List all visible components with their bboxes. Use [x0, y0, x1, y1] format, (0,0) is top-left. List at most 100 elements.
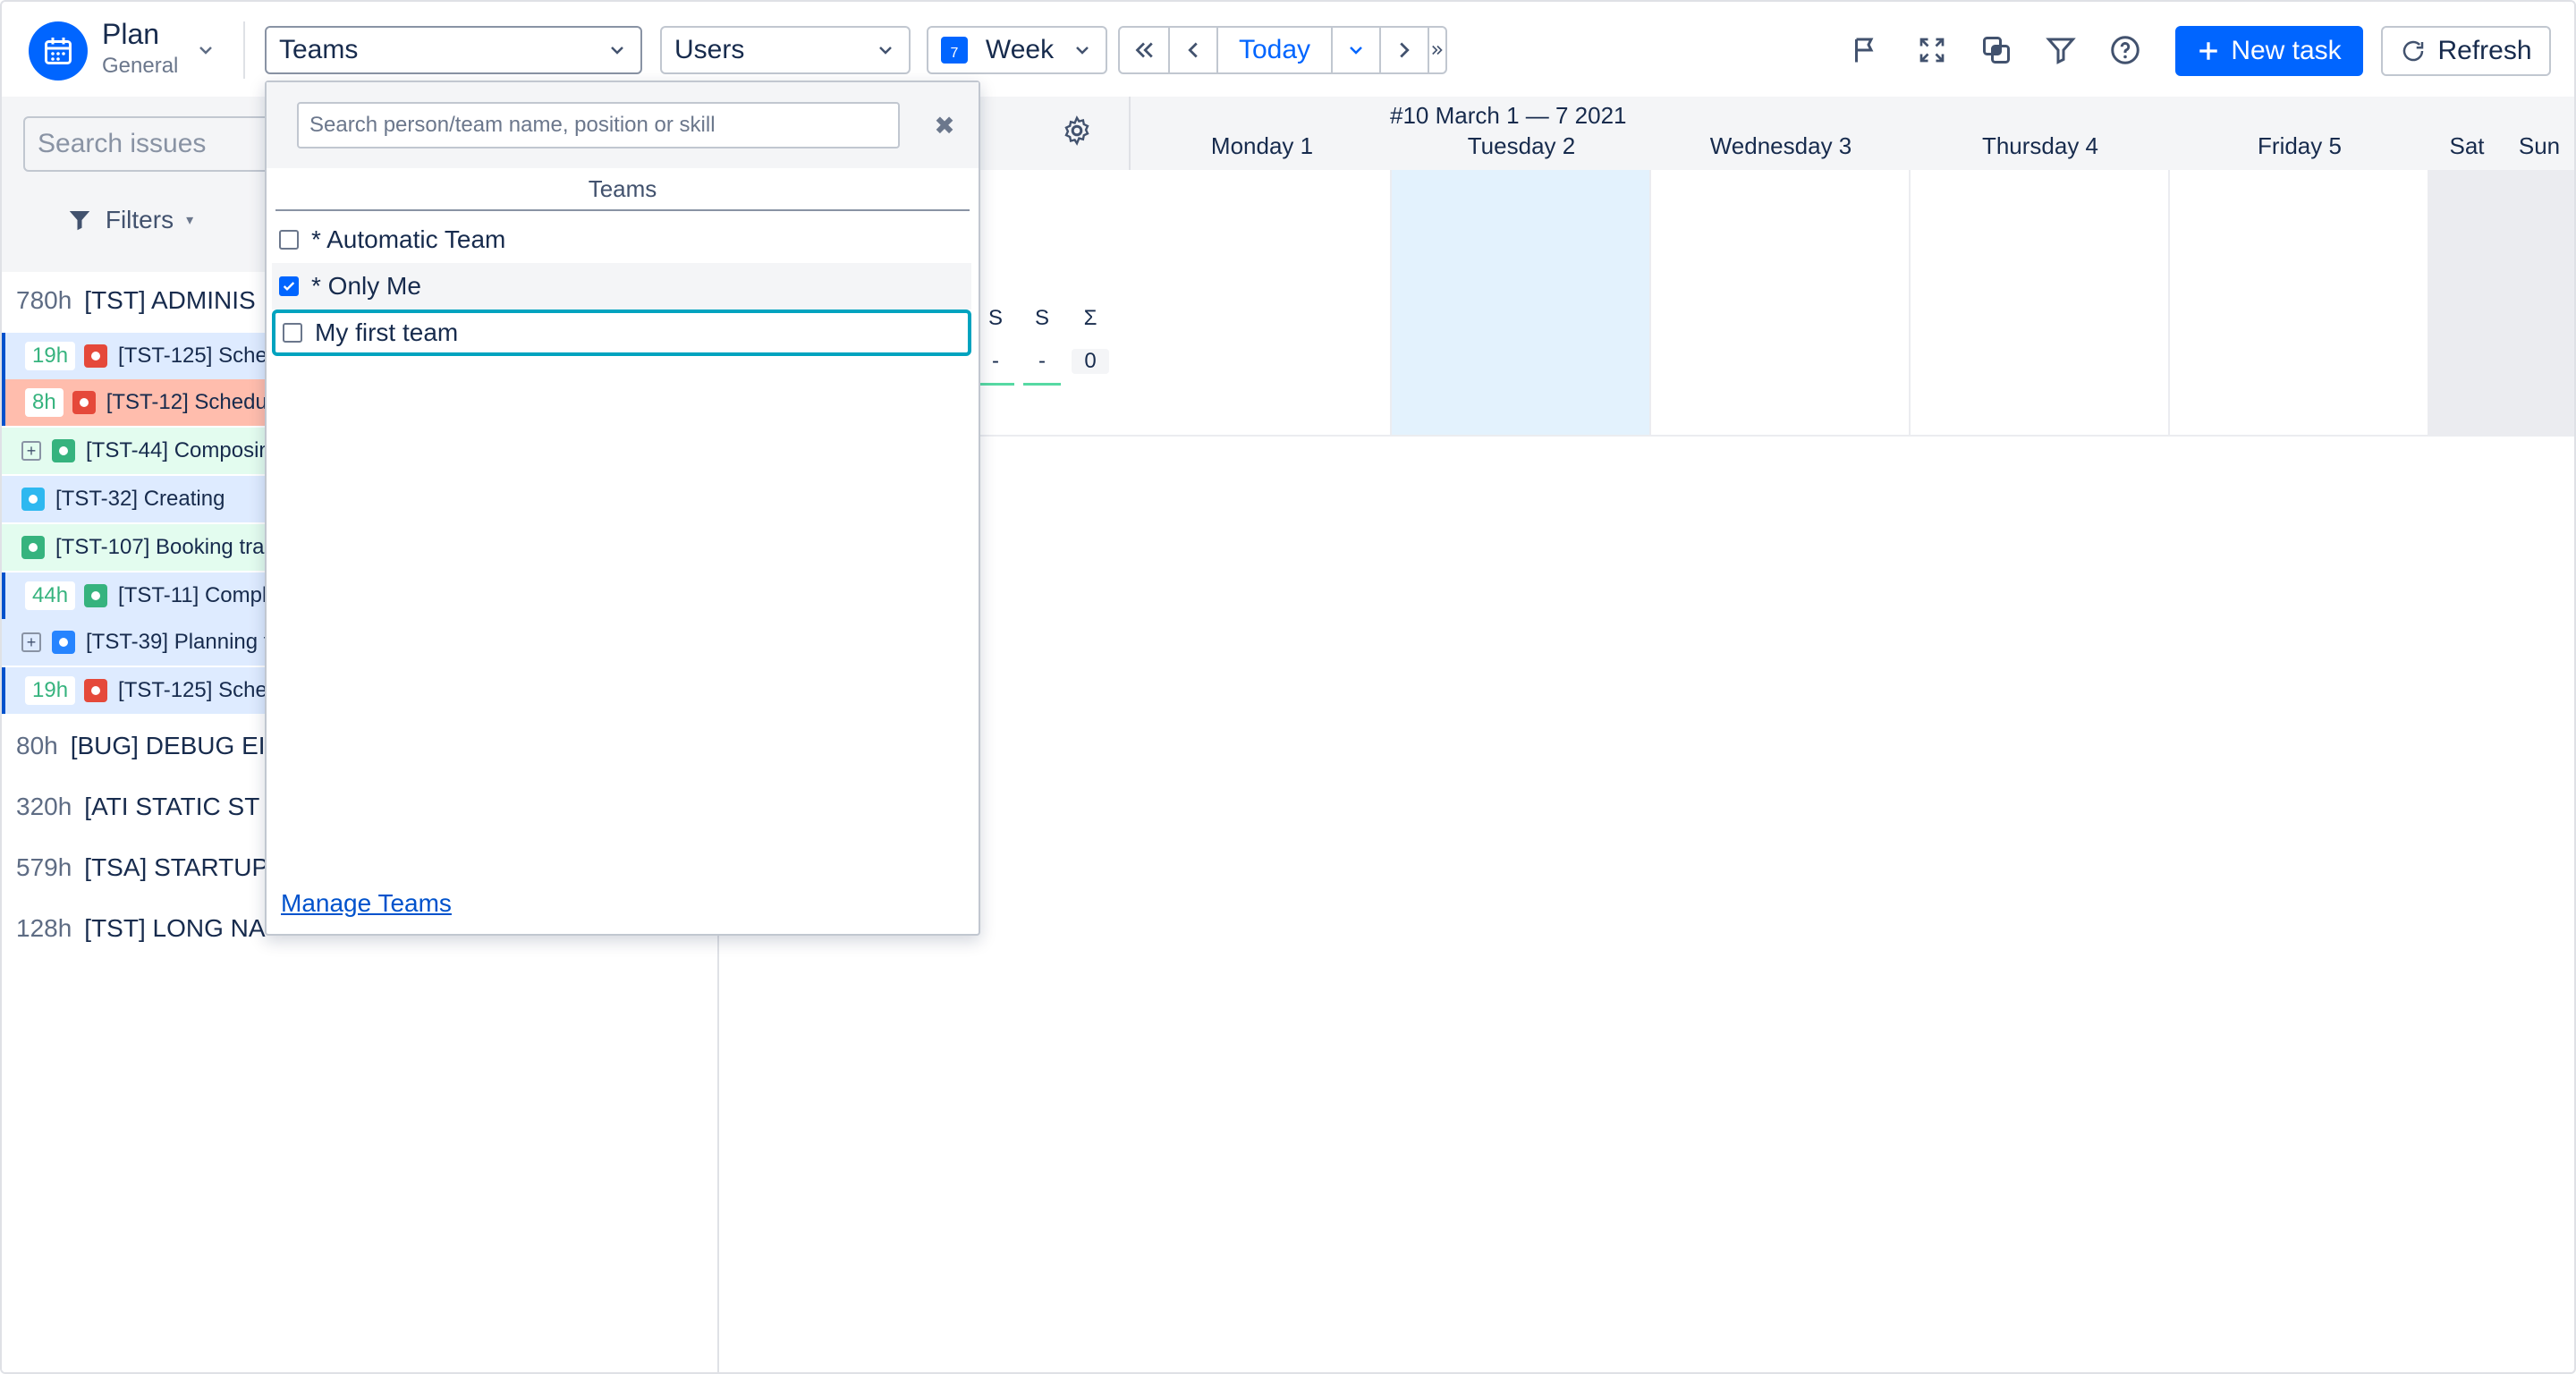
group-title: [ATI STATIC ST — [84, 793, 260, 820]
hours-label: 579h — [16, 853, 72, 881]
hours-label: 19h — [25, 342, 76, 370]
summary-value: 0 — [1072, 349, 1109, 374]
group-title: [TSA] STARTUP — [84, 853, 269, 881]
filter-icon[interactable] — [2041, 30, 2080, 70]
hours-label: 19h — [25, 676, 76, 705]
red-icon — [72, 391, 96, 414]
hours-label: 44h — [25, 581, 76, 610]
chevron-right-icon — [1400, 42, 1410, 58]
grid-line — [968, 435, 2574, 437]
app-window: Plan General Teams Users 7 Week Today Ne… — [0, 0, 2576, 1374]
new-task-label: New task — [2231, 36, 2342, 65]
teams-dropdown: Search person/team name, position or ski… — [265, 81, 980, 936]
hours-label: 780h — [16, 286, 72, 314]
team-option[interactable]: * Only Me — [272, 263, 971, 310]
group-title: [TST] ADMINIS — [84, 286, 256, 314]
summary-header: S — [1034, 306, 1049, 330]
summary-header: S — [987, 306, 1003, 330]
day-column[interactable] — [1132, 170, 1392, 437]
calendar-logo-icon[interactable] — [29, 21, 88, 81]
close-icon[interactable]: ✖ — [932, 112, 957, 140]
day-column[interactable] — [2170, 170, 2429, 437]
day-header: Sat — [2449, 132, 2485, 159]
task-title: [TST-125] Sched — [118, 678, 280, 702]
week-label: #10 March 1 — 7 2021 — [1390, 102, 1627, 129]
jump-forward-button[interactable] — [1429, 28, 1445, 72]
hours-label: 128h — [16, 914, 72, 942]
manage-teams-link[interactable]: Manage Teams — [281, 889, 452, 918]
checkbox-checked-icon[interactable] — [279, 276, 299, 296]
day-column[interactable] — [1651, 170, 1911, 437]
next-button[interactable] — [1381, 28, 1429, 72]
new-task-button[interactable]: New task — [2175, 26, 2363, 76]
help-icon[interactable] — [2106, 30, 2145, 70]
day-column[interactable] — [2504, 170, 2574, 437]
team-label: * Automatic Team — [311, 225, 506, 253]
flag-icon[interactable] — [1846, 30, 1885, 70]
calendar-icon: 7 — [941, 37, 968, 64]
blue-subtask-icon — [21, 488, 45, 511]
today-button[interactable]: Today — [1218, 28, 1333, 72]
day-header: Thursday 4 — [1981, 132, 2099, 159]
view-select[interactable]: 7 Week — [927, 26, 1107, 74]
chevron-down-icon — [1350, 47, 1362, 55]
green-up-icon — [21, 536, 45, 559]
users-select-label: Users — [674, 35, 745, 64]
summary-value: - — [1023, 349, 1061, 386]
day-column[interactable] — [1911, 170, 2170, 437]
date-navigation: Today — [1118, 26, 1447, 74]
plus-icon — [2199, 42, 2218, 60]
green-bookmark-icon — [52, 439, 75, 462]
day-header: Friday 5 — [2258, 132, 2342, 159]
group-title: [BUG] DEBUG EI — [70, 732, 266, 759]
hours-label: 8h — [25, 388, 64, 417]
fullscreen-icon[interactable] — [1912, 30, 1952, 70]
double-chevron-right-icon — [1432, 45, 1443, 55]
filters-label: Filters — [105, 206, 174, 233]
hours-label: 80h — [16, 732, 58, 759]
overlap-icon[interactable] — [1977, 30, 2016, 70]
team-option[interactable]: My first team — [272, 310, 971, 356]
task-title: [TST-107] Booking tra — [55, 535, 265, 559]
group-title: [TST] LONG NA — [84, 914, 266, 942]
team-option[interactable]: * Automatic Team — [272, 216, 971, 263]
refresh-label: Refresh — [2437, 36, 2532, 65]
day-column[interactable] — [2429, 170, 2504, 437]
team-label: My first team — [315, 318, 459, 346]
divider — [1129, 97, 1131, 170]
previous-button[interactable] — [1170, 28, 1218, 72]
jump-back-button[interactable] — [1120, 28, 1170, 72]
app-subtitle: General — [102, 54, 179, 78]
day-header: Tuesday 2 — [1467, 132, 1576, 159]
day-header: Wednesday 3 — [1709, 132, 1852, 159]
expand-icon[interactable]: + — [21, 441, 41, 461]
filter-icon — [69, 211, 90, 231]
refresh-button[interactable]: Refresh — [2381, 26, 2551, 76]
app-title: Plan — [102, 18, 160, 50]
users-select[interactable]: Users — [660, 26, 911, 74]
app-switch-chevron-icon[interactable] — [195, 39, 216, 61]
checkbox-icon[interactable] — [283, 323, 302, 343]
task-title: [TST-12] Schedul — [106, 390, 273, 414]
chevron-down-icon — [1076, 47, 1089, 55]
today-options-button[interactable] — [1333, 28, 1381, 72]
team-label: * Only Me — [311, 272, 421, 300]
double-chevron-left-icon — [1135, 42, 1153, 58]
caret-down-icon: ▾ — [186, 213, 194, 228]
chevron-down-icon — [879, 47, 892, 55]
summary-value: - — [977, 349, 1014, 386]
teams-select[interactable]: Teams — [265, 26, 642, 74]
today-column[interactable] — [1392, 170, 1651, 437]
summary-header: Σ — [1083, 306, 1097, 330]
chevron-left-icon — [1188, 42, 1198, 58]
gear-icon[interactable] — [1061, 114, 1093, 147]
teams-select-label: Teams — [279, 35, 359, 64]
expand-icon[interactable]: + — [21, 632, 41, 652]
checkbox-icon[interactable] — [279, 230, 299, 250]
task-title: [TST-32] Creating — [55, 487, 225, 511]
red-icon — [84, 344, 108, 368]
view-select-label: Week — [985, 35, 1055, 64]
hours-label: 320h — [16, 793, 72, 820]
filters-button[interactable]: Filters ▾ — [23, 192, 236, 248]
team-search-input[interactable]: Search person/team name, position or ski… — [297, 102, 900, 148]
